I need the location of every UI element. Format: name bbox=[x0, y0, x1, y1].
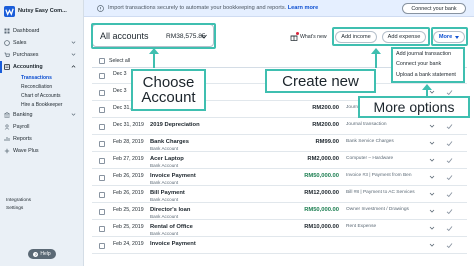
arrow-create-new bbox=[371, 48, 381, 68]
arrow-choose-account bbox=[149, 48, 159, 68]
more-options-callout: More options bbox=[358, 96, 470, 118]
choose-account-callout: Choose Account bbox=[131, 69, 206, 111]
callout-arrows bbox=[149, 48, 432, 96]
create-new-callout: Create new bbox=[265, 69, 376, 93]
arrow-more-options bbox=[422, 84, 432, 96]
